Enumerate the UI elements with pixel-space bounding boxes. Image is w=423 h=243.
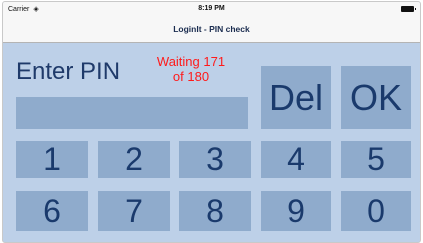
key-2[interactable]: 2 bbox=[98, 141, 170, 178]
battery-icon bbox=[401, 6, 416, 12]
waiting-line-2: of 180 bbox=[172, 69, 210, 84]
key-4[interactable]: 4 bbox=[261, 141, 331, 178]
key-8[interactable]: 8 bbox=[179, 191, 251, 231]
key-3[interactable]: 3 bbox=[179, 141, 251, 178]
waiting-line-1: Waiting 171 bbox=[156, 54, 226, 69]
delete-button[interactable]: Del bbox=[261, 66, 331, 129]
navigation-bar: LoginIt - PIN check bbox=[3, 16, 420, 43]
pin-input-field[interactable] bbox=[16, 97, 248, 129]
status-time: 8:19 PM bbox=[198, 5, 225, 12]
key-6[interactable]: 6 bbox=[16, 191, 88, 231]
waiting-status: Waiting 171 of 180 bbox=[139, 54, 243, 84]
key-1[interactable]: 1 bbox=[16, 141, 88, 178]
enter-pin-label: Enter PIN bbox=[16, 58, 121, 85]
key-5[interactable]: 5 bbox=[341, 141, 411, 178]
phone-screen: Carrier ◈ 8:19 PM LoginIt - PIN check En… bbox=[2, 1, 421, 243]
key-0[interactable]: 0 bbox=[341, 191, 411, 231]
page-title: LoginIt - PIN check bbox=[173, 24, 250, 34]
key-9[interactable]: 9 bbox=[261, 191, 331, 231]
status-bar: Carrier ◈ 8:19 PM bbox=[3, 2, 420, 16]
key-7[interactable]: 7 bbox=[98, 191, 170, 231]
ok-button[interactable]: OK bbox=[341, 66, 411, 129]
